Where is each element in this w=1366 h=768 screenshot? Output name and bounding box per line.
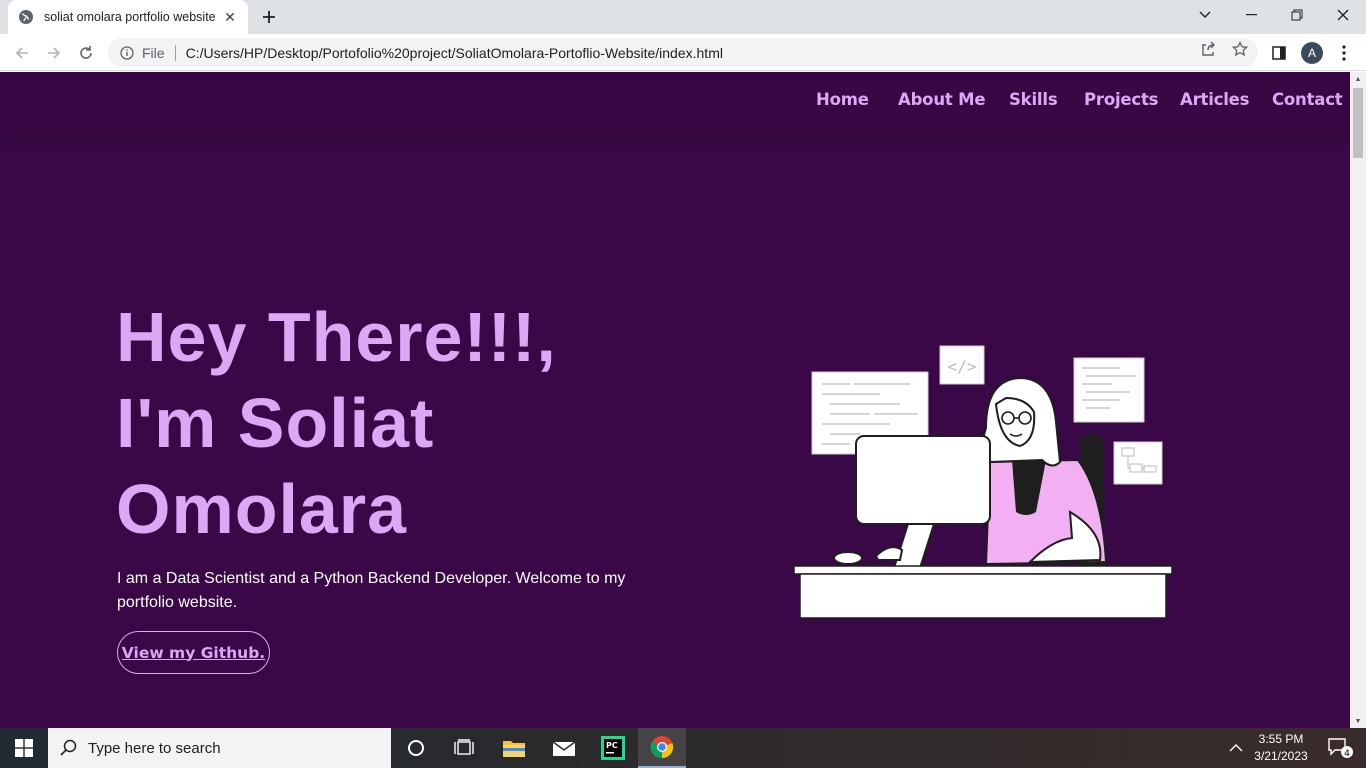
nav-link-skills[interactable]: Skills — [1009, 90, 1058, 109]
taskbar-clock[interactable]: 3:55 PM 3/21/2023 — [1252, 731, 1310, 765]
mail-icon[interactable] — [540, 728, 588, 768]
site-navbar: Home About Me Skills Projects Articles C… — [0, 72, 1350, 138]
page-viewport: Home About Me Skills Projects Articles C… — [0, 72, 1350, 728]
chrome-icon[interactable] — [638, 728, 686, 768]
page-scrollbar[interactable]: ▲ ▼ — [1350, 72, 1366, 728]
scroll-up-arrow-icon[interactable]: ▲ — [1350, 72, 1366, 86]
hero-line-3: Omolara — [116, 470, 407, 548]
info-icon[interactable] — [120, 45, 134, 60]
clock-date: 3/21/2023 — [1254, 749, 1308, 763]
profile-avatar[interactable]: A — [1301, 42, 1323, 64]
pycharm-icon[interactable]: PC — [589, 728, 637, 768]
minimize-icon[interactable] — [1228, 0, 1274, 30]
bookmark-star-icon[interactable] — [1232, 41, 1248, 57]
address-bar[interactable]: File C:/Users/HP/Desktop/Portofolio%20pr… — [108, 38, 1258, 67]
url-scheme-label: File — [142, 44, 165, 61]
omnibox-divider — [174, 44, 176, 61]
nav-link-contact[interactable]: Contact — [1272, 90, 1343, 109]
hero-heading: Hey There!!!, I'm Soliat Omolara — [116, 294, 636, 552]
taskbar-search-box[interactable]: Type here to search — [48, 728, 391, 768]
search-placeholder: Type here to search — [88, 739, 221, 757]
new-tab-icon[interactable] — [255, 3, 283, 31]
hero-description: I am a Data Scientist and a Python Backe… — [117, 570, 626, 611]
close-window-icon[interactable] — [1320, 0, 1366, 30]
svg-text:</>: </> — [948, 357, 977, 376]
tab-title: soliat omolara portfolio website — [44, 10, 216, 24]
notification-center-icon[interactable]: 4 — [1316, 728, 1364, 768]
forward-arrow-icon[interactable] — [40, 39, 68, 67]
windows-start-icon[interactable] — [0, 728, 48, 768]
scrollbar-thumb[interactable] — [1353, 88, 1363, 158]
browser-tab-strip: soliat omolara portfolio website ✕ — [0, 0, 1366, 34]
restore-icon[interactable] — [1274, 0, 1320, 30]
file-explorer-icon[interactable] — [490, 728, 538, 768]
developer-illustration: </> — [793, 345, 1173, 619]
more-menu-icon[interactable] — [1333, 42, 1355, 64]
share-icon[interactable] — [1200, 41, 1216, 57]
notification-count: 4 — [1344, 749, 1350, 759]
nav-link-articles[interactable]: Articles — [1180, 90, 1250, 109]
tab-search-icon[interactable] — [1182, 0, 1228, 30]
windows-taskbar: Type here to search PC 3:55 PM 3/21/2023… — [0, 728, 1366, 768]
svg-text:PC: PC — [606, 741, 618, 750]
url-text[interactable]: C:/Users/HP/Desktop/Portofolio%20project… — [186, 45, 723, 61]
globe-icon — [18, 9, 34, 25]
browser-tab[interactable]: soliat omolara portfolio website ✕ — [8, 0, 248, 34]
hero-line-2: I'm Soliat — [116, 384, 435, 462]
side-panel-icon[interactable] — [1268, 42, 1290, 64]
scroll-down-arrow-icon[interactable]: ▼ — [1350, 714, 1366, 728]
hero-line-1: Hey There!!!, — [116, 298, 557, 376]
nav-link-home[interactable]: Home — [816, 90, 869, 109]
github-button[interactable]: View my Github. — [117, 631, 270, 674]
cortana-icon[interactable] — [392, 728, 440, 768]
close-tab-icon[interactable]: ✕ — [222, 9, 238, 25]
back-arrow-icon[interactable] — [8, 39, 36, 67]
browser-toolbar: File C:/Users/HP/Desktop/Portofolio%20pr… — [0, 34, 1366, 71]
search-icon — [60, 739, 77, 756]
nav-link-about[interactable]: About Me — [898, 90, 986, 109]
reload-icon[interactable] — [72, 39, 100, 67]
nav-link-projects[interactable]: Projects — [1084, 90, 1159, 109]
task-view-icon[interactable] — [440, 728, 488, 768]
clock-time: 3:55 PM — [1258, 732, 1304, 746]
